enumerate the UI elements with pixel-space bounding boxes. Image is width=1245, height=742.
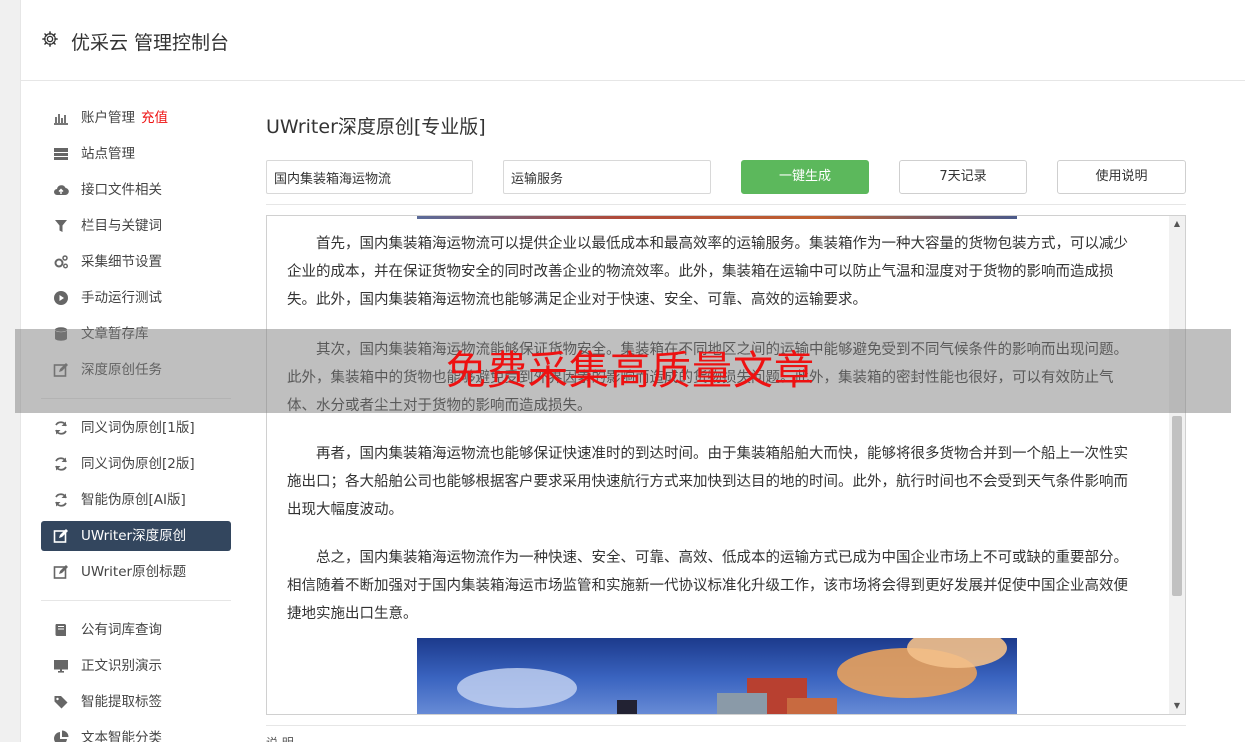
image-crane <box>617 700 637 714</box>
sidebar-item-label: 文本智能分类 <box>81 730 162 742</box>
sidebar-item-label: 账户管理 <box>81 110 135 126</box>
bottom-section-label: 说 明 <box>266 734 294 742</box>
sidebar-item-api-files[interactable]: 接口文件相关 <box>41 172 231 208</box>
history-button[interactable]: 7天记录 <box>899 160 1027 194</box>
sidebar-item-collect-settings[interactable]: 采集细节设置 <box>41 244 231 280</box>
sidebar-item-smart-tags[interactable]: 智能提取标签 <box>41 684 231 720</box>
pie-chart-icon <box>54 730 69 742</box>
sidebar-item-label: 接口文件相关 <box>81 182 162 198</box>
sidebar-item-columns-keywords[interactable]: 栏目与关键词 <box>41 208 231 244</box>
refresh-icon <box>55 421 67 435</box>
watermark-banner: 免费采集高质量文章 <box>15 329 1231 413</box>
watermark-text: 免费采集高质量文章 <box>446 348 815 394</box>
cloud-upload-icon <box>54 185 69 196</box>
scroll-down-arrow-icon[interactable]: ▼ <box>1169 698 1185 714</box>
keyword-input-2[interactable] <box>503 160 711 194</box>
sidebar-item-label: 同义词伪原创[2版] <box>81 456 195 472</box>
sidebar-item-text-classify[interactable]: 文本智能分类 <box>41 720 231 742</box>
edit-icon <box>53 565 68 579</box>
sidebar-divider <box>41 600 231 601</box>
sidebar-item-synonym-v1[interactable]: 同义词伪原创[1版] <box>41 410 231 446</box>
sidebar-item-text-recognition[interactable]: 正文识别演示 <box>41 648 231 684</box>
sidebar-item-label: 同义词伪原创[1版] <box>81 420 195 436</box>
article-paragraph: 首先，国内集装箱海运物流可以提供企业以最低成本和最高效率的运输服务。集装箱作为一… <box>287 236 1128 308</box>
sidebar-item-ai-rewrite[interactable]: 智能伪原创[AI版] <box>41 482 231 518</box>
sidebar-item-label: UWriter深度原创 <box>81 528 187 544</box>
page-title: UWriter深度原创[专业版] <box>266 116 486 138</box>
edit-icon <box>53 529 68 543</box>
content-divider <box>266 204 1186 205</box>
article-image-containers <box>417 638 1017 714</box>
refresh-icon <box>55 493 67 507</box>
play-circle-icon <box>54 291 68 305</box>
sidebar-item-label: 采集细节设置 <box>81 254 162 270</box>
sidebar-item-label: 智能伪原创[AI版] <box>81 492 186 508</box>
help-button[interactable]: 使用说明 <box>1057 160 1186 194</box>
image-container <box>787 698 837 714</box>
sidebar-item-label: 公有词库查询 <box>81 622 162 638</box>
article-paragraph: 总之，国内集装箱海运物流作为一种快速、安全、可靠、高效、低成本的运输方式已成为中… <box>287 550 1128 622</box>
sidebar-item-label: 智能提取标签 <box>81 694 162 710</box>
sidebar-item-label: 栏目与关键词 <box>81 218 162 234</box>
recharge-link[interactable]: 充值 <box>141 110 168 126</box>
article-paragraph: 再者，国内集装箱海运物流也能够保证快速准时的到达时间。由于集装箱船舶大而快，能够… <box>287 446 1128 518</box>
cogs-icon <box>54 255 68 269</box>
gear-icon <box>42 31 58 47</box>
sidebar-item-label: UWriter原创标题 <box>81 564 187 580</box>
article-image-top <box>417 216 1017 219</box>
sidebar-item-label: 站点管理 <box>81 146 135 162</box>
scroll-up-arrow-icon[interactable]: ▲ <box>1169 216 1185 232</box>
server-icon <box>54 148 68 160</box>
sidebar-item-synonym-v2[interactable]: 同义词伪原创[2版] <box>41 446 231 482</box>
sidebar-item-manual-test[interactable]: 手动运行测试 <box>41 280 231 316</box>
sidebar-item-label: 手动运行测试 <box>81 290 162 306</box>
top-bar: 优采云 管理控制台 <box>21 0 1245 81</box>
generate-button[interactable]: 一键生成 <box>741 160 869 194</box>
page-header-title: 优采云 管理控制台 <box>71 32 230 54</box>
keyword-input-1[interactable] <box>266 160 473 194</box>
sidebar-item-account[interactable]: 账户管理 充值 <box>41 100 231 136</box>
image-cloud <box>457 668 577 708</box>
sidebar: 账户管理 充值 站点管理 接口文件相关 栏目与关键词 采集细节设置 手动运行测试 … <box>41 100 231 742</box>
filter-icon <box>55 220 67 232</box>
scrollbar-thumb[interactable] <box>1172 416 1182 596</box>
bar-chart-icon <box>54 114 68 125</box>
refresh-icon <box>55 457 67 471</box>
sidebar-item-uwriter-deep[interactable]: UWriter深度原创 <box>41 521 231 551</box>
book-icon <box>55 624 66 636</box>
editor-scrollbar[interactable]: ▲ ▼ <box>1169 216 1185 714</box>
sidebar-item-public-lexicon[interactable]: 公有词库查询 <box>41 612 231 648</box>
monitor-icon <box>54 660 68 673</box>
content-divider <box>266 725 1186 726</box>
image-container <box>717 693 767 714</box>
sidebar-item-label: 正文识别演示 <box>81 658 162 674</box>
sidebar-item-sites[interactable]: 站点管理 <box>41 136 231 172</box>
tag-icon <box>54 696 68 709</box>
article-editor[interactable]: 首先，国内集装箱海运物流可以提供企业以最低成本和最高效率的运输服务。集装箱作为一… <box>266 215 1186 715</box>
sidebar-item-uwriter-title[interactable]: UWriter原创标题 <box>41 554 231 590</box>
